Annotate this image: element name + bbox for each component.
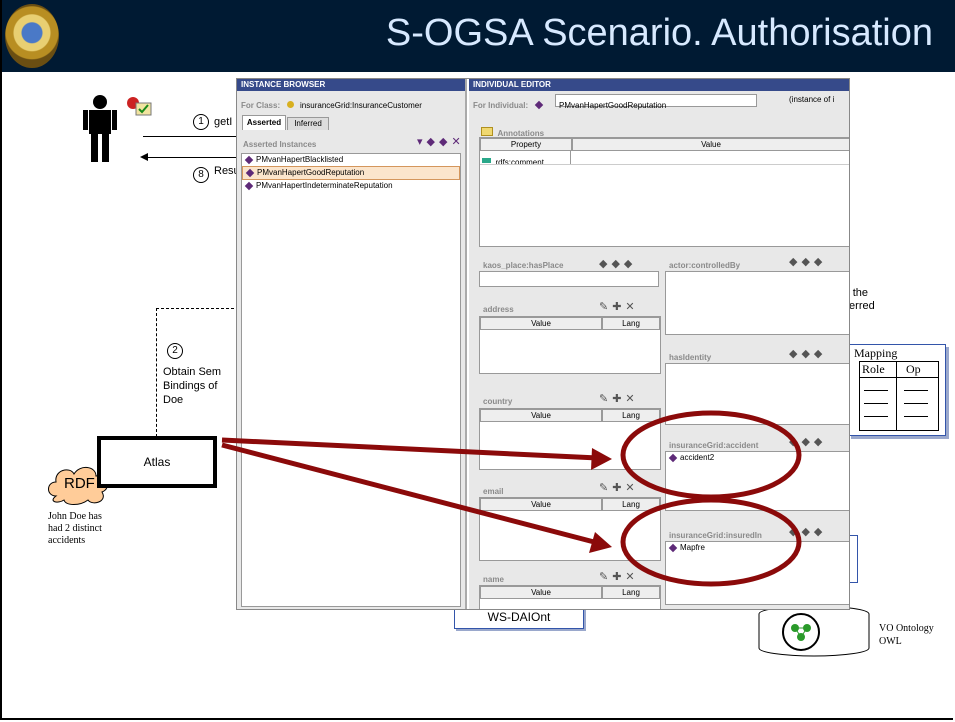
mapping-grid: Role Op xyxy=(859,361,939,431)
step1-arrow xyxy=(143,136,238,137)
hasidentity-slot-label: hasIdentity xyxy=(669,353,712,362)
certificate-icon xyxy=(126,96,152,118)
for-class-label: For Class: xyxy=(241,101,281,110)
insuredin-slot-icons[interactable]: ◆◆◆ xyxy=(789,525,826,538)
instance-list: PMvanHapertBlacklisted PMvanHapertGoodRe… xyxy=(241,153,461,607)
instance-item-good-reputation[interactable]: PMvanHapertGoodReputation xyxy=(242,166,460,180)
for-class-row: For Class: insuranceGrid:InsuranceCustom… xyxy=(241,95,422,113)
actor-list xyxy=(665,271,849,335)
step2-text-2: Bindings of xyxy=(163,380,218,392)
atlas-label: Atlas xyxy=(143,455,171,469)
tab-asserted[interactable]: Asserted xyxy=(242,115,286,130)
address-col-lang: Lang xyxy=(602,317,660,330)
for-individual-row: For Individual: xyxy=(473,95,545,113)
individual-name-field[interactable]: PMvanHapertGoodReputation xyxy=(555,94,757,110)
address-slot-label: address xyxy=(483,305,514,314)
accident-slot-label: insuranceGrid:accident xyxy=(669,441,759,450)
country-slot-icons[interactable]: ✎✚✕ xyxy=(599,392,639,405)
email-slot-icons[interactable]: ✎✚✕ xyxy=(599,481,639,494)
country-col-value: Value xyxy=(480,409,602,422)
country-col-lang: Lang xyxy=(602,409,660,422)
rdf-label: RDF xyxy=(64,475,95,492)
email-table: Value Lang xyxy=(479,497,661,561)
protege-window: INSTANCE BROWSER For Class: insuranceGri… xyxy=(236,78,850,610)
insuredin-value[interactable]: Mapfre xyxy=(666,542,849,554)
step2-number: 2 xyxy=(167,343,183,359)
name-table: Value Lang xyxy=(479,585,661,609)
right-fragment-2: ferred xyxy=(846,300,875,312)
mapping-table: Mapping Role Op xyxy=(848,344,946,436)
step1-number: 1 xyxy=(193,114,209,130)
for-individual-label: For Individual: xyxy=(473,101,529,110)
annotations-table: Property Value rdfs:comment xyxy=(479,137,849,247)
class-dot-icon xyxy=(286,101,294,108)
insuredin-slot-label: insuranceGrid:insuredIn xyxy=(669,531,762,540)
actor-slot-icons[interactable]: ◆◆◆ xyxy=(789,255,826,268)
email-slot-label: email xyxy=(483,487,504,496)
rdf-caption-2: had 2 distinct xyxy=(48,523,102,534)
name-col-value: Value xyxy=(480,586,602,599)
database-icon xyxy=(757,604,871,660)
instance-browser: INSTANCE BROWSER For Class: insuranceGri… xyxy=(237,79,467,609)
instance-toolbar-icons[interactable]: ▾◆◆✕ xyxy=(417,135,465,148)
instance-browser-title: INSTANCE BROWSER xyxy=(237,79,465,91)
step1-label: getI xyxy=(214,116,233,128)
name-slot-icons[interactable]: ✎✚✕ xyxy=(599,570,639,583)
mapping-title: Mapping xyxy=(854,346,898,360)
kaos-place-slot-label: kaos_place:hasPlace xyxy=(483,261,564,270)
name-slot-label: name xyxy=(483,575,504,584)
insuredin-list: Mapfre xyxy=(665,541,849,605)
user-icon xyxy=(80,94,120,164)
country-table: Value Lang xyxy=(479,408,661,470)
individual-editor: INDIVIDUAL EDITOR For Individual: PMvanH… xyxy=(469,79,849,609)
rdf-caption-3: accidents xyxy=(48,535,86,546)
instance-item-blacklisted[interactable]: PMvanHapertBlacklisted xyxy=(242,154,460,166)
annotation-folder-icon xyxy=(481,127,493,137)
instance-of-label: (instance of i xyxy=(789,95,835,104)
annotation-property-icon xyxy=(482,158,491,164)
individual-diamond-icon xyxy=(534,100,543,110)
annotations-col-property: Property xyxy=(480,138,572,151)
address-slot-icons[interactable]: ✎✚✕ xyxy=(599,300,639,313)
tab-inferred[interactable]: Inferred xyxy=(287,117,329,130)
kaos-place-input[interactable] xyxy=(479,271,659,287)
asserted-instances-label: Asserted Instances xyxy=(243,140,317,149)
actor-slot-label: actor:controlledBy xyxy=(669,261,741,270)
annotation-row[interactable]: rdfs:comment xyxy=(482,152,544,167)
atlas-box: Atlas xyxy=(97,436,217,488)
individual-editor-title: INDIVIDUAL EDITOR xyxy=(469,79,849,91)
name-col-lang: Lang xyxy=(602,586,660,599)
rdf-caption-1: John Doe has xyxy=(48,511,102,522)
vo-ontology-1: VO Ontology xyxy=(879,623,934,634)
mapping-op-header: Op xyxy=(906,362,921,376)
step8-arrow xyxy=(143,157,238,158)
bracket-fragment xyxy=(849,535,858,583)
hasidentity-slot-icons[interactable]: ◆◆◆ xyxy=(789,347,826,360)
accident-value[interactable]: accident2 xyxy=(666,452,849,464)
step2-text-1: Obtain Sem xyxy=(163,366,222,378)
annotation-property: rdfs:comment xyxy=(495,158,544,167)
kaos-place-slot-icons[interactable]: ◆◆◆ xyxy=(599,257,636,270)
address-col-value: Value xyxy=(480,317,602,330)
email-col-value: Value xyxy=(480,498,602,511)
vo-ontology-2: OWL xyxy=(879,636,902,647)
email-col-lang: Lang xyxy=(602,498,660,511)
step8-number: 8 xyxy=(193,167,209,183)
address-table: Value Lang xyxy=(479,316,661,374)
step8-arrowhead xyxy=(140,153,148,161)
mapping-role-header: Role xyxy=(862,362,885,376)
accident-slot-icons[interactable]: ◆◆◆ xyxy=(789,435,826,448)
country-slot-label: country xyxy=(483,397,513,406)
individual-name: PMvanHapertGoodReputation xyxy=(559,101,667,110)
class-name: insuranceGrid:InsuranceCustomer xyxy=(300,101,422,110)
instance-item-indeterminate[interactable]: PMvanHapertIndeterminateReputation xyxy=(242,180,460,192)
hasidentity-list xyxy=(665,363,849,425)
step2-text-3: Doe xyxy=(163,394,184,406)
accident-list: accident2 xyxy=(665,451,849,511)
annotations-col-value: Value xyxy=(572,138,849,151)
